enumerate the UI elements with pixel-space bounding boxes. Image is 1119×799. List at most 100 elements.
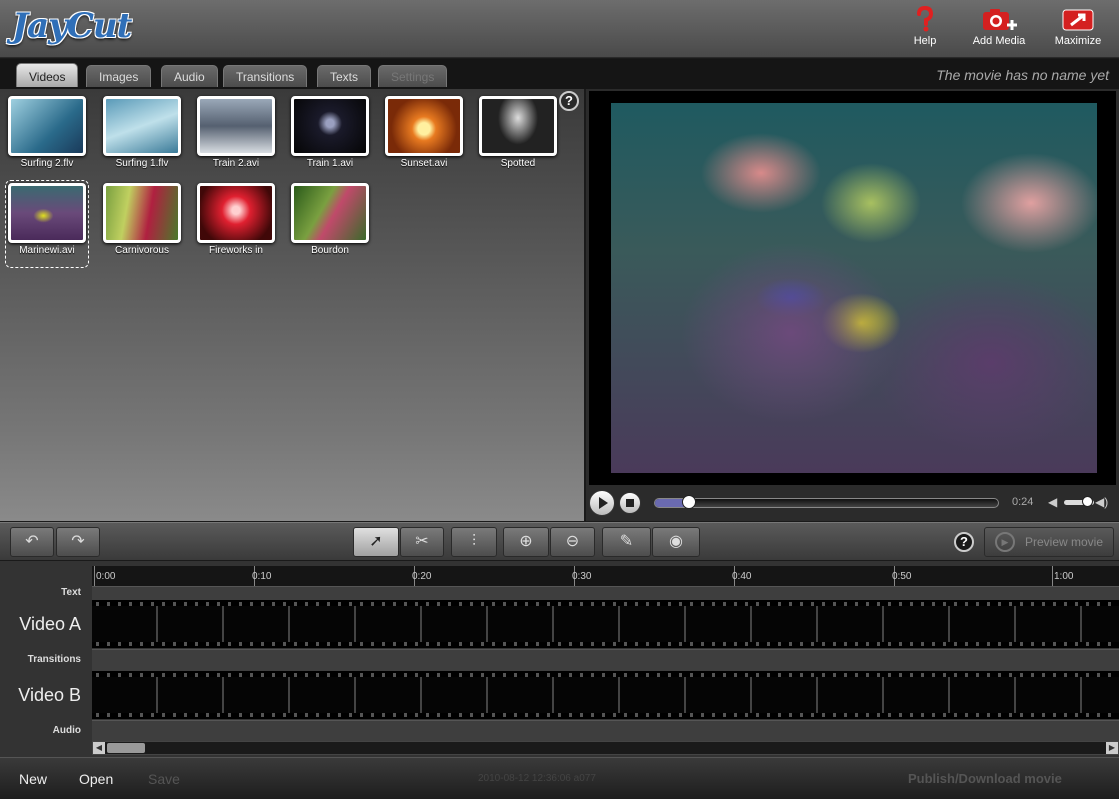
pointer-icon: ➚ (369, 533, 383, 550)
redo-button[interactable]: ↷ (56, 527, 100, 557)
media-tabs: Videos Images Audio Transitions Texts Se… (0, 59, 1119, 89)
ruler-label: 0:50 (892, 571, 912, 582)
zoom-out-button[interactable]: ⊖ (550, 527, 595, 557)
track-label-transitions: Transitions (27, 654, 81, 665)
track-label-text: Text (61, 587, 81, 598)
seek-handle[interactable] (682, 495, 697, 509)
media-name: Marinewi.avi (19, 245, 75, 256)
media-thumbnail (291, 96, 369, 156)
media-name: Surfing 1.flv (115, 158, 169, 169)
redo-icon: ↷ (71, 533, 85, 550)
new-button[interactable]: New (19, 771, 47, 787)
ruler-label: 0:10 (252, 571, 272, 582)
stop-button[interactable] (619, 492, 641, 514)
ruler-label: 0:00 (96, 571, 116, 582)
video-frame-image (611, 103, 1097, 473)
maximize-button[interactable]: Maximize (1042, 6, 1114, 52)
jaycut-app: JayCut Help Add Media Maximize Videos Im… (0, 0, 1119, 799)
ruler-label: 0:30 (572, 571, 592, 582)
ruler-label: 1:00 (1054, 571, 1074, 582)
record-audio-button[interactable]: ✎ (602, 527, 651, 557)
timeline-help-button[interactable]: ? (954, 532, 974, 552)
time-ruler[interactable]: 0:00 0:10 0:20 0:30 0:40 0:50 1:00 (92, 566, 1119, 586)
tab-settings[interactable]: Settings (378, 65, 448, 87)
volume-high-icon[interactable]: ◀) (1095, 495, 1108, 509)
media-item[interactable]: Carnivorous (102, 183, 182, 267)
media-item[interactable]: Train 1.avi (290, 96, 370, 180)
media-thumbnail (197, 183, 275, 243)
add-media-button[interactable]: Add Media (963, 6, 1035, 52)
record-webcam-button[interactable]: ◉ (652, 527, 700, 557)
scissors-icon: ✂ (415, 533, 429, 550)
transitions-track[interactable] (92, 649, 1119, 671)
video-b-track[interactable] (92, 671, 1119, 719)
edit-toolbar: ↶ ↷ ➚ ✂ ⫶ ⊕ ⊖ ✎ ◉ ? ▶ Preview movie (0, 522, 1119, 560)
preview-movie-button[interactable]: ▶ Preview movie (984, 527, 1114, 557)
preview-movie-label: Preview movie (1025, 535, 1104, 549)
volume-low-icon[interactable]: ◀ (1048, 495, 1057, 509)
zoom-in-button[interactable]: ⊕ (503, 527, 549, 557)
scrollbar-thumb[interactable] (107, 743, 145, 753)
maximize-label: Maximize (1054, 35, 1102, 47)
tab-texts[interactable]: Texts (317, 65, 372, 87)
cut-tool-button[interactable]: ✂ (400, 527, 444, 557)
volume-handle[interactable] (1081, 496, 1093, 507)
track-label-video-b: Video B (18, 685, 81, 705)
zoom-in-icon: ⊕ (519, 533, 533, 550)
ruler-label: 0:20 (412, 571, 432, 582)
media-name: Surfing 2.flv (20, 158, 74, 169)
webcam-icon: ◉ (669, 533, 683, 550)
text-track[interactable] (92, 586, 1119, 600)
header-bar: JayCut Help Add Media Maximize (0, 0, 1119, 58)
track-label-audio: Audio (52, 725, 81, 736)
help-button[interactable]: Help (889, 6, 961, 52)
media-item[interactable]: Train 2.avi (196, 96, 276, 180)
media-item-selected[interactable]: Marinewi.avi (5, 180, 89, 268)
timeline-scrollbar[interactable]: ◀ ▶ (92, 741, 1119, 755)
undo-button[interactable]: ↶ (10, 527, 54, 557)
media-name: Carnivorous (115, 245, 169, 256)
media-thumbnail (385, 96, 463, 156)
video-a-track[interactable] (92, 600, 1119, 648)
tab-images[interactable]: Images (86, 65, 152, 87)
audio-track[interactable] (92, 720, 1119, 741)
tab-transitions[interactable]: Transitions (223, 65, 308, 87)
audio-mixer-button[interactable]: ⫶ (451, 527, 497, 557)
media-thumbnail (103, 183, 181, 243)
media-help-button[interactable]: ? (559, 91, 579, 111)
media-item[interactable]: Bourdon (290, 183, 370, 267)
media-item[interactable]: Sunset.avi (384, 96, 464, 180)
media-item[interactable]: Spotted (478, 96, 558, 180)
zoom-out-icon: ⊖ (565, 533, 580, 550)
microphone-icon: ✎ (619, 533, 634, 550)
media-item[interactable]: Surfing 2.flv (7, 96, 87, 180)
ruler-label: 0:40 (732, 571, 752, 582)
select-tool-button[interactable]: ➚ (353, 527, 399, 557)
add-media-label: Add Media (972, 35, 1026, 47)
stop-icon (626, 499, 634, 507)
tab-videos[interactable]: Videos (16, 63, 79, 87)
scroll-right-arrow-icon[interactable]: ▶ (1106, 742, 1118, 754)
publish-download-button[interactable]: Publish/Download movie (908, 771, 1062, 786)
movie-name-label[interactable]: The movie has no name yet (936, 67, 1109, 83)
video-preview-panel: 0:24 ◀ ◀) (586, 89, 1119, 521)
save-button[interactable]: Save (148, 771, 180, 787)
play-icon (599, 497, 608, 509)
undo-icon: ↶ (25, 533, 39, 550)
seek-bar[interactable] (654, 495, 999, 509)
media-name: Fireworks in (209, 245, 263, 256)
volume-slider[interactable] (1064, 496, 1094, 507)
media-item[interactable]: Fireworks in (196, 183, 276, 267)
media-thumbnail (291, 183, 369, 243)
help-label: Help (913, 35, 937, 47)
mixer-sliders-icon: ⫶ (471, 533, 476, 550)
open-button[interactable]: Open (79, 771, 113, 787)
scroll-left-arrow-icon[interactable]: ◀ (93, 742, 105, 754)
track-label-video-a: Video A (19, 614, 81, 634)
play-button[interactable] (589, 490, 615, 516)
media-thumbnail (479, 96, 557, 156)
tab-audio[interactable]: Audio (161, 65, 218, 87)
media-item[interactable]: Surfing 1.flv (102, 96, 182, 180)
video-screen[interactable] (589, 91, 1116, 485)
media-thumbnail (103, 96, 181, 156)
